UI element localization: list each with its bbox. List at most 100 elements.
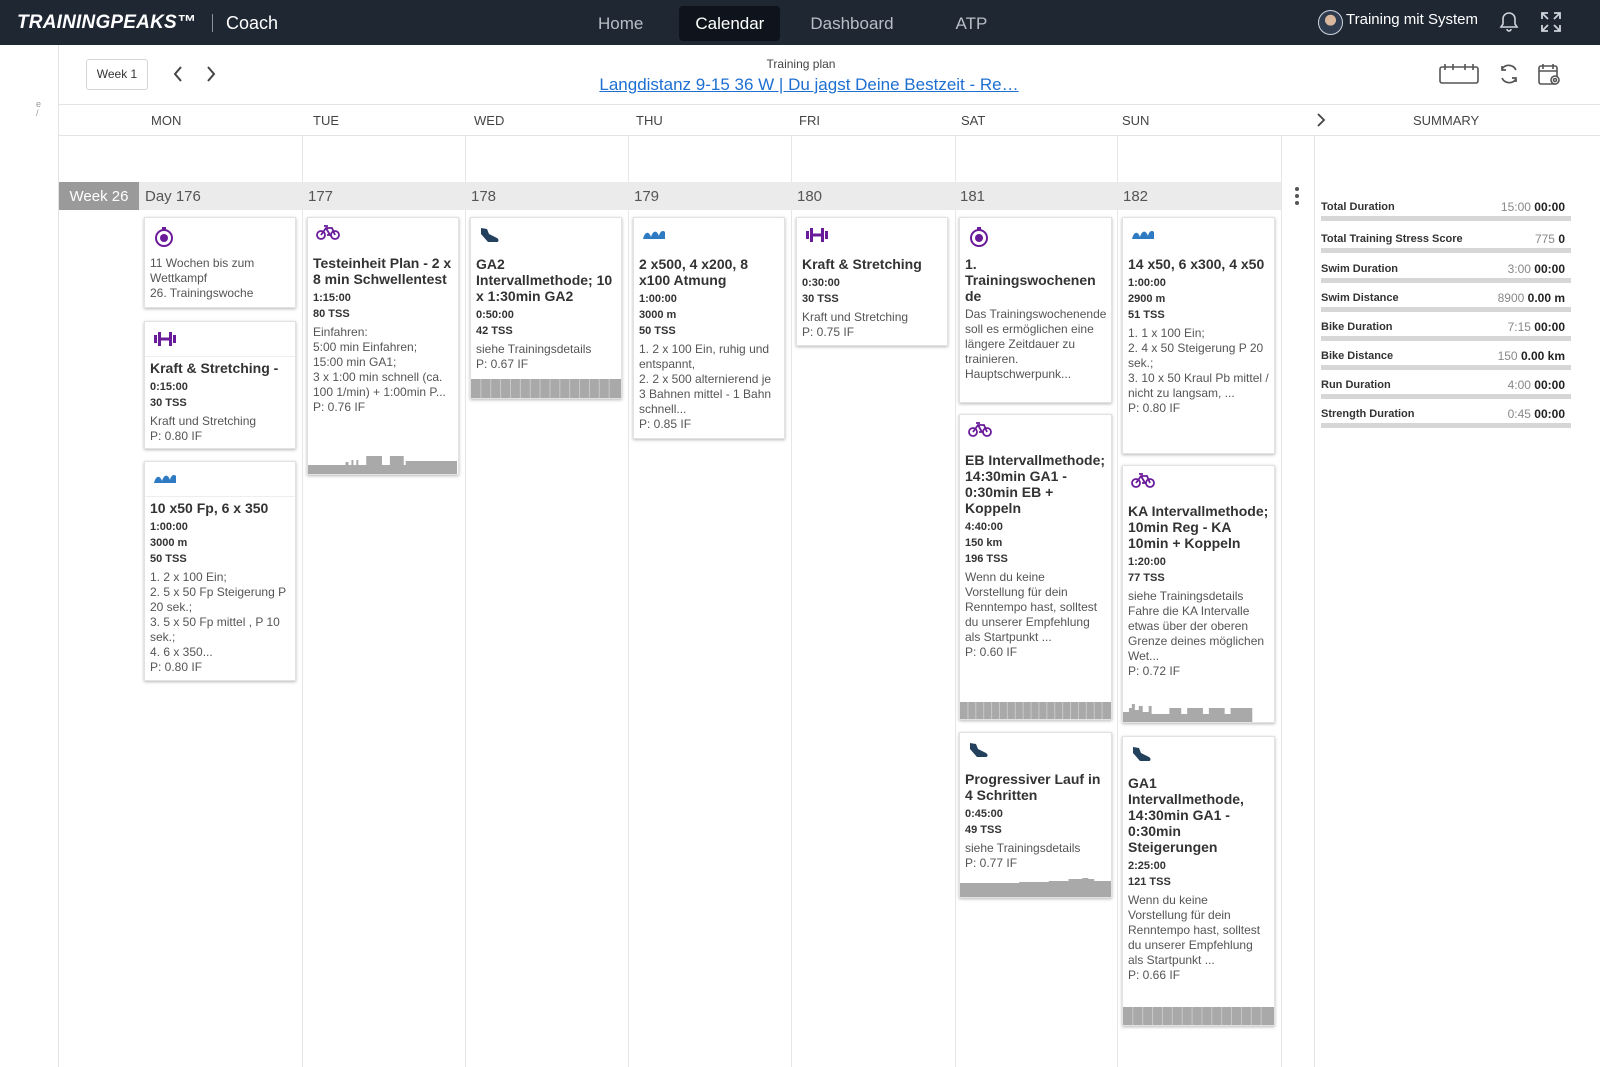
workout-duration: 1:00:00 — [150, 521, 188, 533]
run-shoe-icon — [479, 226, 501, 249]
workout-title: Testeinheit Plan - 2 x 8 min Schwellente… — [313, 255, 452, 287]
plan-caption: Training plan — [766, 57, 836, 71]
summary-value: 8900 0.00 m — [1497, 291, 1565, 305]
workout-card[interactable]: 14 x50, 6 x300, 4 x50 1:00:00 2900 m 51 … — [1122, 217, 1275, 454]
workout-title: Kraft & Stretching — [802, 256, 922, 272]
workout-card[interactable]: EB Intervallmethode; 14:30min GA1 - 0:30… — [959, 414, 1112, 720]
event-card[interactable]: 1. Trainingswochenen de Das Trainingswoc… — [959, 217, 1112, 403]
summary-row: Total Duration 15:00 00:00 — [1321, 197, 1571, 226]
workout-card[interactable]: GA2 Intervallmethode; 10 x 1:30min GA2 0… — [470, 217, 622, 399]
workout-description: 1. 2 x 100 Ein, ruhig und entspannt, 2. … — [639, 342, 772, 416]
card-body: KA Intervallmethode; 10min Reg - KA 10mi… — [1128, 503, 1270, 679]
day-number: 179 — [634, 188, 660, 205]
workout-card[interactable]: KA Intervallmethode; 10min Reg - KA 10mi… — [1122, 465, 1275, 723]
notification-bell-icon[interactable] — [1497, 10, 1521, 39]
workout-duration: 0:15:00 — [150, 381, 188, 393]
workout-if: P: 0.72 IF — [1128, 664, 1181, 678]
workout-intensity-graph — [1123, 1007, 1274, 1025]
workout-duration: 0:45:00 — [965, 808, 1003, 820]
day-number: 180 — [797, 188, 823, 205]
workout-tss: 30 TSS — [150, 397, 187, 409]
summary-value: 0:45 00:00 — [1507, 407, 1565, 421]
workout-description: siehe Trainingsdetails Fahre die KA Inte… — [1128, 589, 1265, 663]
fullscreen-icon[interactable] — [1540, 11, 1562, 38]
day-header-sat: SAT — [961, 113, 986, 128]
workout-description: Wenn du keine Vorstellung für dein Rennt… — [1128, 893, 1261, 967]
column-divider — [1281, 136, 1282, 1067]
nav-home[interactable]: Home — [582, 6, 659, 41]
workout-title: KA Intervallmethode; 10min Reg - KA 10mi… — [1128, 503, 1269, 551]
summary-label: Bike Distance — [1321, 350, 1394, 362]
card-divider — [145, 356, 295, 357]
nav-calendar[interactable]: Calendar — [679, 6, 781, 41]
calendar-toolbar: Week 1 Training plan Langdistanz 9-15 36… — [59, 45, 1600, 105]
event-card[interactable]: 11 Wochen bis zum Wettkampf 26. Training… — [144, 217, 296, 308]
workout-description: 1. 1 x 100 Ein; 2. 4 x 50 Steigerung P 2… — [1128, 326, 1269, 400]
user-name[interactable]: Training mit System — [1346, 11, 1478, 28]
logo-divider — [212, 14, 213, 32]
event-note: 26. Trainingswoche — [150, 286, 254, 300]
trainingpeaks-logo[interactable]: TRAININGPEAKS™ — [17, 12, 196, 34]
swim-icon — [153, 470, 177, 491]
workout-duration: 0:50:00 — [476, 309, 514, 321]
summary-row: Run Duration 4:00 00:00 — [1321, 375, 1571, 404]
chevron-right-icon[interactable] — [1315, 111, 1327, 134]
summary-label: Bike Duration — [1321, 321, 1393, 333]
summary-label: Total Duration — [1321, 201, 1395, 213]
next-week-icon[interactable] — [205, 65, 217, 88]
previous-week-icon[interactable] — [172, 65, 184, 88]
day-header-sun: SUN — [1122, 113, 1150, 128]
nav-atp[interactable]: ATP — [940, 6, 1004, 41]
event-title: 1. Trainingswochenen de — [965, 256, 1096, 304]
summary-label: Total Training Stress Score — [1321, 233, 1463, 245]
summary-row: Swim Distance 8900 0.00 m — [1321, 288, 1571, 317]
card-body: Kraft & Stretching - 0:15:00 30 TSS Kraf… — [150, 360, 291, 444]
workout-intensity-graph — [960, 878, 1111, 897]
user-avatar[interactable] — [1318, 10, 1343, 35]
calendar-settings-icon[interactable] — [1537, 62, 1563, 93]
week-options-icon[interactable] — [1294, 186, 1300, 211]
week-view-icon[interactable] — [1439, 63, 1479, 90]
workout-distance: 150 km — [965, 537, 1003, 549]
summary-value: 775 0 — [1534, 232, 1565, 246]
workout-description: siehe Trainingsdetails — [965, 841, 1081, 855]
workout-card[interactable]: 2 x500, 4 x200, 8 x100 Atmung 1:00:00 30… — [633, 217, 785, 439]
workout-tss: 80 TSS — [313, 308, 350, 320]
card-body: 14 x50, 6 x300, 4 x50 1:00:00 2900 m 51 … — [1128, 256, 1270, 416]
nav-dashboard[interactable]: Dashboard — [794, 6, 909, 41]
workout-card[interactable]: Kraft & Stretching - 0:15:00 30 TSS Kraf… — [144, 321, 296, 449]
column-divider — [791, 136, 792, 1067]
workout-card[interactable]: Progressiver Lauf in 4 Schritten 0:45:00… — [959, 732, 1112, 898]
workout-intensity-graph — [471, 379, 621, 398]
workout-title: Kraft & Stretching - — [150, 360, 279, 376]
workout-card[interactable]: Kraft & Stretching 0:30:00 30 TSS Kraft … — [796, 217, 948, 346]
summary-progress-bar — [1321, 365, 1571, 370]
workout-title: 14 x50, 6 x300, 4 x50 — [1128, 256, 1265, 272]
workout-tss: 77 TSS — [1128, 572, 1165, 584]
workout-if: P: 0.80 IF — [1128, 401, 1181, 415]
workout-title: GA2 Intervallmethode; 10 x 1:30min GA2 — [476, 256, 613, 304]
workout-if: P: 0.80 IF — [150, 660, 203, 674]
training-plan-link[interactable]: Langdistanz 9-15 36 W | Du jagst Deine B… — [579, 75, 1039, 95]
refresh-icon[interactable] — [1497, 62, 1521, 91]
summary-row: Swim Duration 3:00 00:00 — [1321, 259, 1571, 288]
column-divider — [628, 136, 629, 1067]
workout-description: Wenn du keine Vorstellung für dein Rennt… — [965, 570, 1098, 644]
workout-if: P: 0.67 IF — [476, 357, 529, 371]
run-shoe-icon — [1131, 745, 1153, 768]
workout-card[interactable]: GA1 Intervallmethode, 14:30min GA1 - 0:3… — [1122, 736, 1275, 1026]
summary-label: Run Duration — [1321, 379, 1391, 391]
summary-value: 7:15 00:00 — [1507, 320, 1565, 334]
workout-card[interactable]: Testeinheit Plan - 2 x 8 min Schwellente… — [307, 217, 459, 475]
top-navigation-bar: TRAININGPEAKS™ Coach Home Calendar Dashb… — [0, 0, 1600, 45]
column-divider — [955, 136, 956, 1067]
workout-description: siehe Trainingsdetails — [476, 342, 592, 356]
week-selector-button[interactable]: Week 1 — [86, 59, 148, 90]
column-divider — [1117, 136, 1118, 1067]
workout-card[interactable]: 10 x50 Fp, 6 x 350 1:00:00 3000 m 50 TSS… — [144, 461, 296, 681]
workout-distance: 3000 m — [150, 537, 188, 549]
bike-icon — [316, 224, 340, 245]
card-body: Kraft & Stretching 0:30:00 30 TSS Kraft … — [802, 256, 943, 340]
day-number: 177 — [308, 188, 334, 205]
collapsed-library-panel[interactable]: e / — [0, 45, 59, 1067]
